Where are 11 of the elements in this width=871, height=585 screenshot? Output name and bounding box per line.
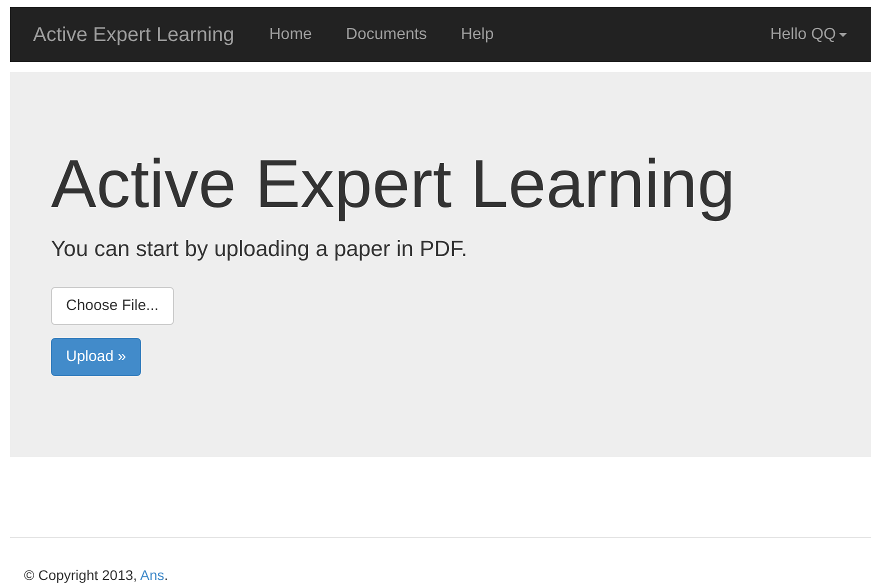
author-link[interactable]: Ans — [140, 567, 164, 583]
caret-icon — [839, 32, 847, 36]
brand-link[interactable]: Active Expert Learning — [33, 20, 234, 50]
user-menu[interactable]: Hello QQ — [770, 22, 847, 46]
nav-link[interactable]: Documents — [328, 22, 444, 46]
choose-file-button[interactable]: Choose File... — [51, 287, 174, 325]
upload-button[interactable]: Upload » — [51, 338, 142, 376]
copyright-text: © Copyright 2013, Ans. — [24, 566, 170, 585]
lead-text: You can start by uploading a paper in PDF. — [51, 235, 468, 263]
nav-link[interactable]: Home — [252, 22, 329, 46]
nav-link[interactable]: Help — [444, 22, 511, 46]
